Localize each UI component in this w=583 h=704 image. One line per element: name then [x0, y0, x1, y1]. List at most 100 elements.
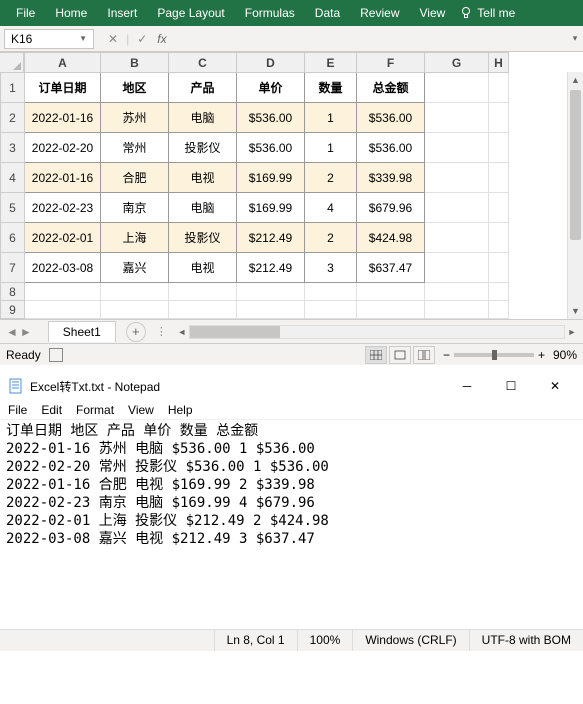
column-header[interactable]: A — [25, 53, 101, 73]
cell[interactable]: $339.98 — [357, 163, 425, 193]
cell[interactable]: 电视 — [169, 253, 237, 283]
cell[interactable] — [425, 253, 489, 283]
cell[interactable]: 电脑 — [169, 193, 237, 223]
enter-icon[interactable]: ✓ — [137, 32, 147, 46]
menu-file[interactable]: File — [8, 403, 27, 417]
macro-record-icon[interactable] — [49, 348, 63, 362]
cell[interactable]: 2 — [305, 163, 357, 193]
scroll-thumb[interactable] — [570, 90, 581, 240]
column-header[interactable]: F — [357, 53, 425, 73]
cell[interactable]: 苏州 — [101, 103, 169, 133]
notepad-titlebar[interactable]: Excel转Txt.txt - Notepad ─ ☐ ✕ — [0, 371, 583, 401]
cell[interactable]: 单价 — [237, 73, 305, 103]
cell[interactable] — [425, 193, 489, 223]
cell[interactable]: 投影仪 — [169, 223, 237, 253]
scroll-up-icon[interactable]: ▲ — [568, 72, 583, 88]
cell[interactable] — [357, 283, 425, 301]
cell[interactable] — [425, 223, 489, 253]
fx-icon[interactable]: fx — [157, 32, 166, 46]
expand-formula-bar-icon[interactable]: ▾ — [567, 33, 583, 44]
zoom-level[interactable]: 90% — [553, 348, 577, 362]
close-button[interactable]: ✕ — [535, 374, 575, 398]
row-header[interactable]: 7 — [1, 253, 25, 283]
row-header[interactable]: 3 — [1, 133, 25, 163]
column-header[interactable]: H — [489, 53, 509, 73]
cell[interactable]: 电视 — [169, 163, 237, 193]
cell[interactable] — [489, 301, 509, 319]
cell[interactable]: 2022-02-01 — [25, 223, 101, 253]
name-box[interactable]: K16 ▼ — [4, 29, 94, 49]
cell[interactable] — [489, 73, 509, 103]
row-header[interactable]: 2 — [1, 103, 25, 133]
add-sheet-button[interactable]: + — [126, 322, 146, 342]
cell[interactable] — [305, 283, 357, 301]
cell[interactable]: 上海 — [101, 223, 169, 253]
cell[interactable]: $536.00 — [237, 133, 305, 163]
ribbon-tab-review[interactable]: Review — [350, 0, 409, 26]
cell[interactable]: 嘉兴 — [101, 253, 169, 283]
menu-view[interactable]: View — [128, 403, 154, 417]
hscroll-thumb[interactable] — [190, 326, 280, 338]
cell[interactable]: 1 — [305, 103, 357, 133]
page-layout-view-button[interactable] — [389, 346, 411, 364]
scroll-down-icon[interactable]: ▼ — [568, 303, 583, 319]
cell[interactable] — [489, 253, 509, 283]
normal-view-button[interactable] — [365, 346, 387, 364]
zoom-thumb[interactable] — [492, 350, 497, 360]
scroll-right-icon[interactable]: ► — [565, 327, 579, 337]
cell[interactable]: 2022-02-23 — [25, 193, 101, 223]
zoom-slider[interactable]: − + — [443, 348, 545, 362]
ribbon-tab-data[interactable]: Data — [305, 0, 350, 26]
notepad-zoom[interactable]: 100% — [297, 630, 353, 651]
sheet-next-icon[interactable]: ► — [20, 325, 32, 339]
menu-help[interactable]: Help — [168, 403, 193, 417]
zoom-in-button[interactable]: + — [538, 348, 545, 362]
cell[interactable]: $536.00 — [357, 133, 425, 163]
cell[interactable] — [237, 301, 305, 319]
ribbon-tab-formulas[interactable]: Formulas — [235, 0, 305, 26]
cell[interactable] — [489, 163, 509, 193]
cell[interactable]: 3 — [305, 253, 357, 283]
cell[interactable]: 2022-01-16 — [25, 163, 101, 193]
cell[interactable]: 订单日期 — [25, 73, 101, 103]
cell[interactable]: $169.99 — [237, 163, 305, 193]
column-header[interactable]: E — [305, 53, 357, 73]
cell[interactable] — [305, 301, 357, 319]
cell[interactable]: 2022-01-16 — [25, 103, 101, 133]
cell[interactable]: 2022-02-20 — [25, 133, 101, 163]
cell[interactable]: 常州 — [101, 133, 169, 163]
cell[interactable] — [425, 163, 489, 193]
cell[interactable] — [489, 283, 509, 301]
select-all-corner[interactable] — [1, 53, 25, 73]
formula-input[interactable] — [173, 29, 567, 49]
cell[interactable]: 4 — [305, 193, 357, 223]
cell[interactable]: $424.98 — [357, 223, 425, 253]
cell[interactable] — [25, 283, 101, 301]
cell[interactable]: 2022-03-08 — [25, 253, 101, 283]
cell[interactable]: $169.99 — [237, 193, 305, 223]
cell[interactable]: $536.00 — [357, 103, 425, 133]
scroll-left-icon[interactable]: ◄ — [175, 327, 189, 337]
cell[interactable] — [101, 301, 169, 319]
ribbon-tab-home[interactable]: Home — [45, 0, 97, 26]
cell[interactable] — [169, 283, 237, 301]
cell[interactable]: 地区 — [101, 73, 169, 103]
zoom-out-button[interactable]: − — [443, 348, 450, 362]
cell[interactable]: 南京 — [101, 193, 169, 223]
tell-me-search[interactable]: Tell me — [459, 6, 515, 20]
cell[interactable] — [237, 283, 305, 301]
maximize-button[interactable]: ☐ — [491, 374, 531, 398]
cell[interactable] — [489, 193, 509, 223]
column-header[interactable]: D — [237, 53, 305, 73]
cell[interactable]: 合肥 — [101, 163, 169, 193]
cell[interactable]: $637.47 — [357, 253, 425, 283]
hscroll-track[interactable] — [189, 325, 565, 339]
cell[interactable] — [489, 103, 509, 133]
cell[interactable] — [425, 283, 489, 301]
sheet-prev-icon[interactable]: ◄ — [6, 325, 18, 339]
cell[interactable] — [425, 73, 489, 103]
cell[interactable] — [425, 301, 489, 319]
sheet-tab-sheet1[interactable]: Sheet1 — [48, 321, 116, 342]
cell[interactable]: $212.49 — [237, 253, 305, 283]
ribbon-tab-insert[interactable]: Insert — [97, 0, 147, 26]
